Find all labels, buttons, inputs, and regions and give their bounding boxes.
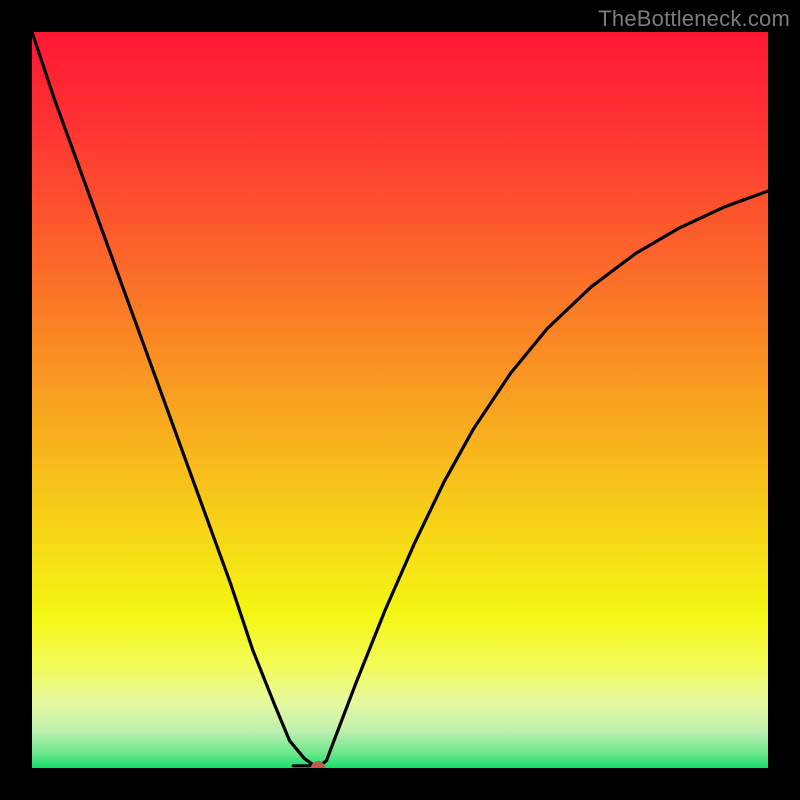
watermark-text: TheBottleneck.com (598, 6, 790, 32)
minimum-marker (311, 761, 325, 768)
bottleneck-curve (32, 32, 768, 768)
chart-frame: TheBottleneck.com (0, 0, 800, 800)
plot-area (32, 32, 768, 768)
